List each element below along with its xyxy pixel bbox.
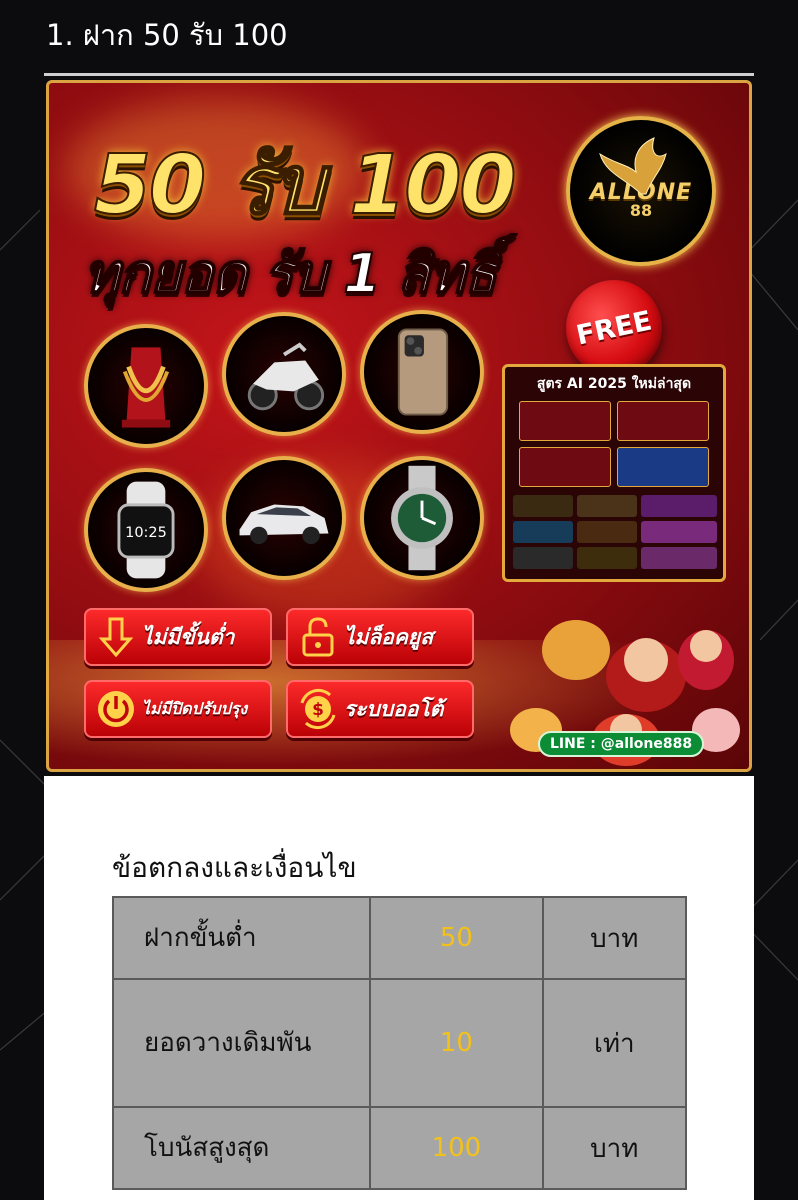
table-row: โบนัสสูงสุด 100 บาท [111, 1106, 688, 1190]
smartphone-icon [397, 328, 449, 416]
game-tile [519, 401, 611, 441]
table-row: ฝากขั้นต่ำ 50 บาท [111, 896, 688, 980]
game-tile [617, 401, 709, 441]
terms-value: 100 [369, 1106, 544, 1190]
brand-logo: ALLONE 88 [566, 116, 716, 266]
arrow-down-icon [98, 617, 134, 658]
svg-text:$: $ [312, 700, 324, 720]
prize-smartwatch: 10:25 [84, 468, 208, 592]
terms-unit: บาท [541, 896, 688, 980]
prize-car [222, 456, 346, 580]
game-tile [641, 547, 717, 569]
ai-formula-panel: สูตร AI 2025 ใหม่ล่าสุด [502, 364, 726, 582]
unlock-icon [302, 617, 334, 657]
dollar-refresh-icon: $ [300, 688, 336, 730]
feature-no-lock-user: ไม่ล็อคยูส [286, 608, 474, 666]
terms-value: 50 [369, 896, 544, 980]
game-tile [577, 495, 637, 517]
feature-label: ไม่มีขั้นต่ำ [142, 624, 235, 649]
terms-title: ข้อตกลงและเงื่อนไข [112, 851, 357, 884]
feature-label: ไม่ล็อคยูส [344, 624, 434, 649]
scooter-icon [247, 342, 325, 411]
car-icon [239, 504, 329, 545]
game-tile [577, 521, 637, 543]
line-contact-badge: LINE : @allone888 [538, 731, 705, 757]
game-tile [641, 521, 717, 543]
terms-value: 10 [369, 978, 544, 1108]
free-badge-label: FREE [573, 304, 655, 352]
feature-no-minimum: ไม่มีขั้นต่ำ [84, 608, 272, 666]
feature-no-maintenance: ไม่มีปิดปรับปรุง [84, 680, 272, 738]
smartwatch-time: 10:25 [125, 525, 167, 541]
prize-smartphone [360, 310, 484, 434]
prize-scooter [222, 312, 346, 436]
page-heading: 1. ฝาก 50 รับ 100 [46, 18, 288, 52]
game-tile [617, 447, 709, 487]
game-tile [513, 547, 573, 569]
feature-label: ระบบออโต้ [344, 696, 444, 721]
terms-label: โบนัสสูงสุด [111, 1106, 372, 1190]
game-tile [513, 495, 573, 517]
terms-unit: เท่า [541, 978, 688, 1108]
table-row: ยอดวางเดิมพัน 10 เท่า [111, 978, 688, 1108]
power-icon [98, 691, 134, 727]
game-tile [513, 521, 573, 543]
game-tile [641, 495, 717, 517]
necklace-icon [121, 347, 171, 428]
game-tile [519, 447, 611, 487]
smartwatch-icon: 10:25 [117, 481, 175, 579]
terms-label: ยอดวางเดิมพัน [111, 978, 372, 1108]
terms-table: ฝากขั้นต่ำ 50 บาท ยอดวางเดิมพัน 10 เท่า … [111, 896, 688, 1190]
ai-formula-panel-title: สูตร AI 2025 ใหม่ล่าสุด [536, 376, 692, 392]
heading-divider [44, 73, 754, 76]
terms-unit: บาท [541, 1106, 688, 1190]
promotion-banner: 50 รับ 100 ทุกยอด รับ 1 สิทธิ์ ALLONE 88… [46, 80, 752, 772]
terms-label: ฝากขั้นต่ำ [111, 896, 372, 980]
feature-label: ไม่มีปิดปรับปรุง [142, 698, 248, 718]
banner-headline-sub: ทุกยอด รับ 1 สิทธิ์ [83, 241, 498, 306]
terms-card: ข้อตกลงและเงื่อนไข ฝากขั้นต่ำ 50 บาท ยอด… [44, 776, 754, 1200]
prize-necklace [84, 324, 208, 448]
prize-wristwatch [360, 456, 484, 580]
feature-auto-system: $ ระบบออโต้ [286, 680, 474, 738]
phoenix-icon [599, 137, 667, 195]
game-tile [577, 547, 637, 569]
wristwatch-icon [391, 465, 453, 571]
